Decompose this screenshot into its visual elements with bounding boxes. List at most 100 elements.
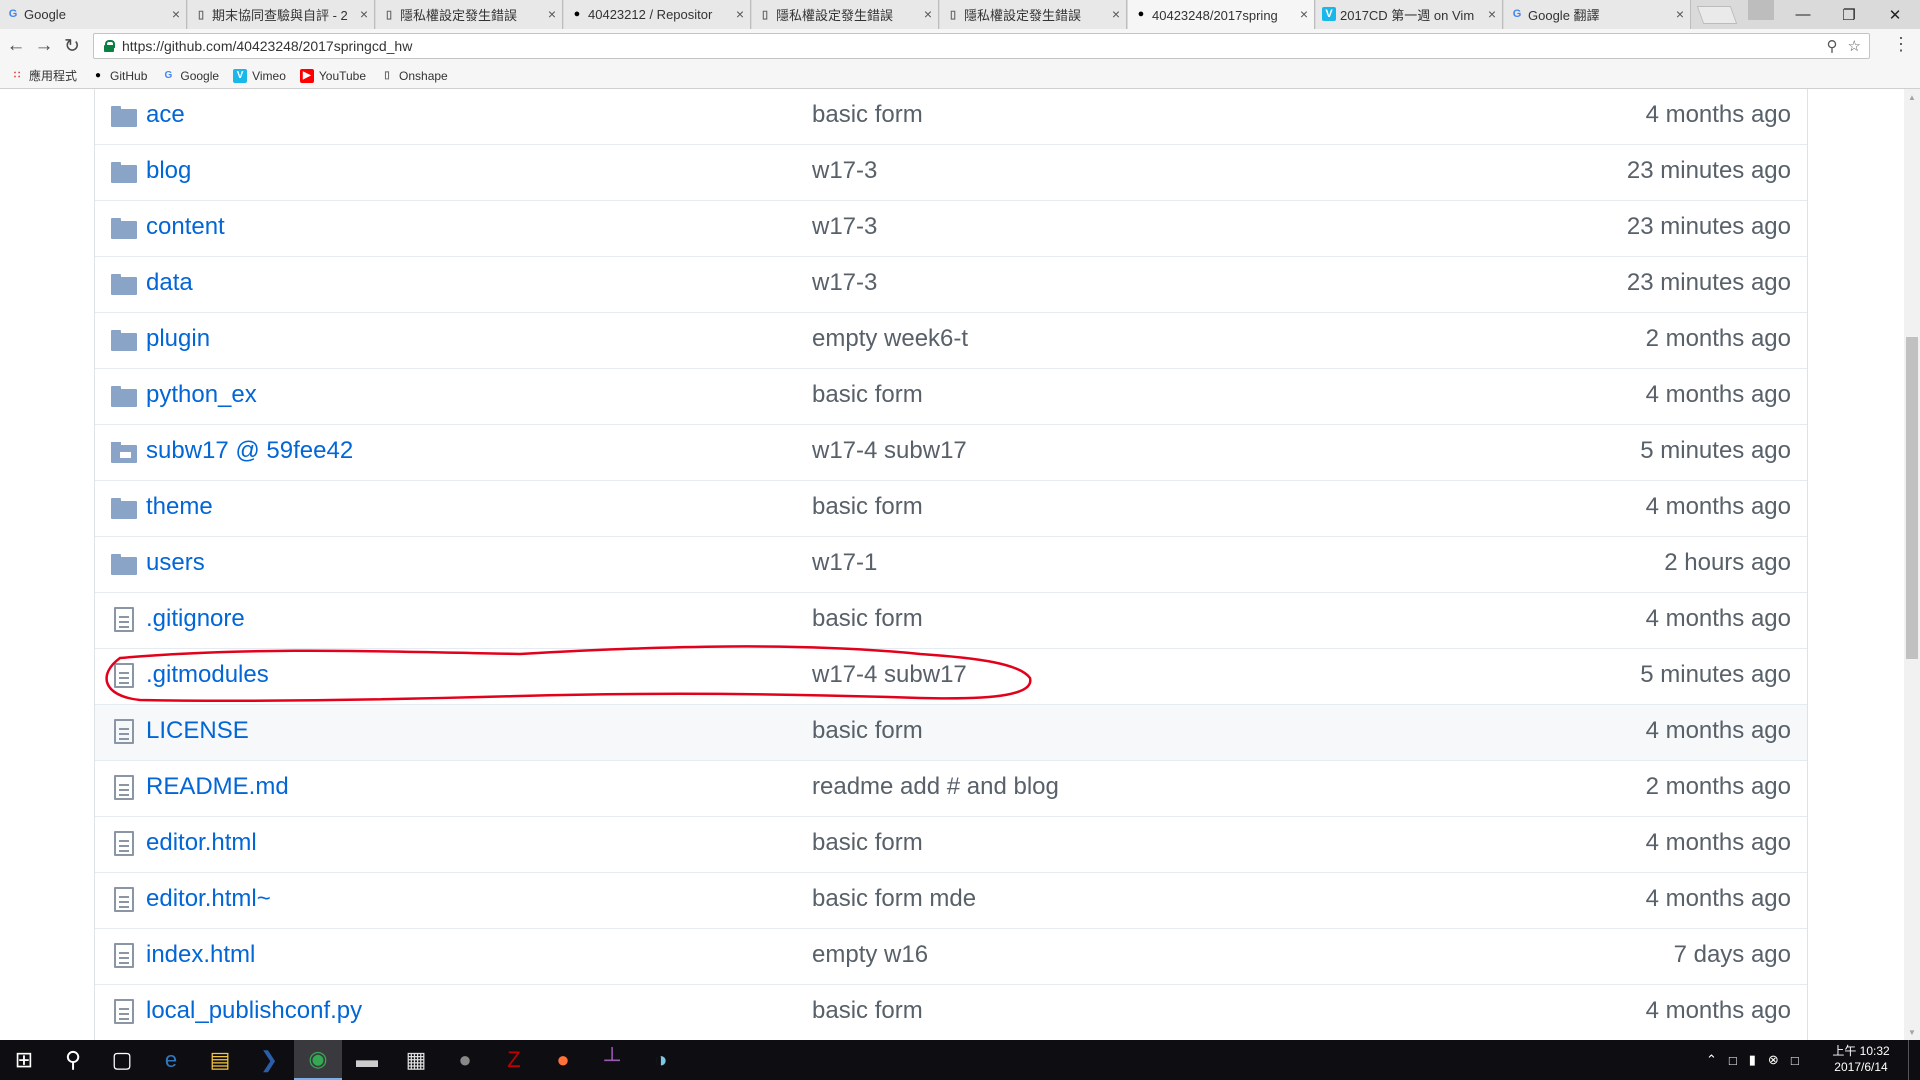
table-row[interactable]: theme basic form 4 months ago	[95, 481, 1807, 537]
tab-close-icon[interactable]: ×	[1300, 6, 1308, 22]
table-row[interactable]: README.md readme add # and blog 2 months a…	[95, 761, 1807, 817]
tab-close-icon[interactable]: ×	[1112, 6, 1120, 22]
file-name-link[interactable]: plugin	[146, 324, 210, 354]
ime-icon[interactable]: ▮	[1749, 1052, 1756, 1068]
firefox-icon[interactable]: ●	[539, 1040, 587, 1080]
search-icon[interactable]: ⚲	[49, 1040, 97, 1080]
commit-message-link[interactable]: basic form	[812, 604, 923, 634]
edge-icon[interactable]: e	[147, 1040, 195, 1080]
page-scrollbar[interactable]: ▲ ▼	[1904, 89, 1920, 1040]
file-name-link[interactable]: index.html	[146, 940, 255, 970]
commit-message-link[interactable]: basic form	[812, 492, 923, 522]
browser-tab[interactable]: G Google 翻譯 ×	[1504, 0, 1691, 29]
table-row[interactable]: users w17-1 2 hours ago	[95, 537, 1807, 593]
file-name-link[interactable]: local_publishconf.py	[146, 996, 362, 1026]
file-name-link[interactable]: users	[146, 548, 205, 578]
zoom-icon[interactable]: ⚲	[1827, 37, 1838, 55]
scroll-down-arrow-icon[interactable]: ▼	[1904, 1024, 1920, 1040]
table-row[interactable]: ace basic form 4 months ago	[95, 89, 1807, 145]
commit-message-link[interactable]: w17-3	[812, 156, 877, 186]
tab-close-icon[interactable]: ×	[1676, 6, 1684, 22]
commit-message-link[interactable]: empty week6-t	[812, 324, 968, 354]
tray-app-icon[interactable]: ⊗	[1768, 1052, 1779, 1068]
commit-message-link[interactable]: basic form	[812, 828, 923, 858]
table-row[interactable]: data w17-3 23 minutes ago	[95, 257, 1807, 313]
reload-icon[interactable]: ↻	[60, 34, 84, 58]
commit-message-link[interactable]: basic form	[812, 100, 923, 130]
file-name-link[interactable]: subw17 @ 59fee42	[146, 436, 353, 466]
table-row[interactable]: editor.html~ basic form mde 4 months ago	[95, 873, 1807, 929]
bookmark-star-icon[interactable]: ☆	[1848, 37, 1861, 55]
terminal-icon[interactable]: ▬	[343, 1040, 391, 1080]
ime-chinese-icon[interactable]: □	[1791, 1053, 1799, 1068]
browser-tab[interactable]: G Google ×	[0, 0, 187, 29]
minimize-icon[interactable]: —	[1780, 0, 1826, 29]
bookmark-item[interactable]: V Vimeo	[233, 68, 286, 83]
commit-message-link[interactable]: basic form	[812, 380, 923, 410]
filezilla-icon[interactable]: Z	[490, 1040, 538, 1080]
browser-tab[interactable]: ● 40423212 / Repositor ×	[564, 0, 751, 29]
tab-close-icon[interactable]: ×	[360, 6, 368, 22]
table-row[interactable]: python_ex basic form 4 months ago	[95, 369, 1807, 425]
tab-close-icon[interactable]: ×	[548, 6, 556, 22]
tray-chevron-up-icon[interactable]: ⌃	[1706, 1052, 1717, 1068]
table-row[interactable]: .gitignore basic form 4 months ago	[95, 593, 1807, 649]
file-explorer-icon[interactable]: ▤	[196, 1040, 244, 1080]
bookmark-item[interactable]: ● GitHub	[91, 69, 147, 83]
file-name-link[interactable]: LICENSE	[146, 716, 249, 746]
table-row[interactable]: subw17 @ 59fee42 w17-4 subw17 5 minutes ag…	[95, 425, 1807, 481]
commit-message-link[interactable]: empty w16	[812, 940, 928, 970]
bookmark-item[interactable]: ▯ Onshape	[380, 69, 447, 83]
powershell-icon[interactable]: ❯	[245, 1040, 293, 1080]
commit-message-link[interactable]: basic form	[812, 996, 923, 1026]
browser-tab[interactable]: ● 40423248/2017spring ×	[1128, 0, 1315, 30]
table-row[interactable]: blog w17-3 23 minutes ago	[95, 145, 1807, 201]
tab-close-icon[interactable]: ×	[1488, 6, 1496, 22]
table-row[interactable]: plugin empty week6-t 2 months ago	[95, 313, 1807, 369]
show-desktop-button[interactable]	[1908, 1040, 1920, 1080]
forward-arrow-icon[interactable]: →	[32, 34, 56, 58]
file-name-link[interactable]: data	[146, 268, 193, 298]
app-doc-icon[interactable]: ▦	[392, 1040, 440, 1080]
commit-message-link[interactable]: readme add # and blog	[812, 772, 1059, 802]
file-name-link[interactable]: blog	[146, 156, 191, 186]
table-row[interactable]: LICENSE basic form 4 months ago	[95, 705, 1807, 761]
tool-app-icon[interactable]: ┴	[588, 1040, 636, 1080]
commit-message-link[interactable]: basic form mde	[812, 884, 976, 914]
new-tab-button[interactable]	[1696, 6, 1738, 24]
table-row[interactable]: editor.html basic form 4 months ago	[95, 817, 1807, 873]
tab-close-icon[interactable]: ×	[924, 6, 932, 22]
bookmark-item[interactable]: ∷ 應用程式	[10, 67, 77, 84]
browser-tab[interactable]: ▯ 期末協同查驗與自評 - 2 ×	[188, 0, 375, 29]
commit-message-link[interactable]: w17-1	[812, 548, 877, 578]
address-bar[interactable]: https://github.com/40423248/2017springcd…	[93, 33, 1870, 59]
scroll-up-arrow-icon[interactable]: ▲	[1904, 89, 1920, 105]
bookmark-item[interactable]: G Google	[161, 69, 219, 83]
file-name-link[interactable]: README.md	[146, 772, 289, 802]
chrome-icon[interactable]: ◉	[294, 1040, 342, 1080]
browser-tab[interactable]: ▯ 隱私權設定發生錯誤 ×	[376, 0, 563, 29]
tab-close-icon[interactable]: ×	[172, 6, 180, 22]
file-name-link[interactable]: editor.html~	[146, 884, 271, 914]
table-row[interactable]: content w17-3 23 minutes ago	[95, 201, 1807, 257]
file-name-link[interactable]: content	[146, 212, 225, 242]
file-name-link[interactable]: python_ex	[146, 380, 257, 410]
commit-message-link[interactable]: w17-4 subw17	[812, 660, 967, 690]
browser-tab[interactable]: ▯ 隱私權設定發生錯誤 ×	[752, 0, 939, 29]
bookmark-item[interactable]: ▶ YouTube	[299, 68, 366, 83]
network-icon[interactable]: □	[1729, 1053, 1737, 1068]
tab-close-icon[interactable]: ×	[736, 6, 744, 22]
paint-app-icon[interactable]: ◑	[637, 1040, 685, 1080]
profile-icon[interactable]	[1748, 0, 1774, 20]
commit-message-link[interactable]: basic form	[812, 716, 923, 746]
table-row[interactable]: local_publishconf.py basic form 4 months a…	[95, 985, 1807, 1040]
browser-tab[interactable]: V 2017CD 第一週 on Vim ×	[1316, 0, 1503, 29]
file-name-link[interactable]: editor.html	[146, 828, 257, 858]
window-close-icon[interactable]: ✕	[1872, 0, 1918, 29]
task-view-icon[interactable]: ▢	[98, 1040, 146, 1080]
table-row[interactable]: .gitmodules w17-4 subw17 5 minutes ago	[95, 649, 1807, 705]
file-name-link[interactable]: .gitmodules	[146, 660, 269, 690]
commit-message-link[interactable]: w17-4 subw17	[812, 436, 967, 466]
browser-tab[interactable]: ▯ 隱私權設定發生錯誤 ×	[940, 0, 1127, 29]
file-name-link[interactable]: ace	[146, 100, 185, 130]
